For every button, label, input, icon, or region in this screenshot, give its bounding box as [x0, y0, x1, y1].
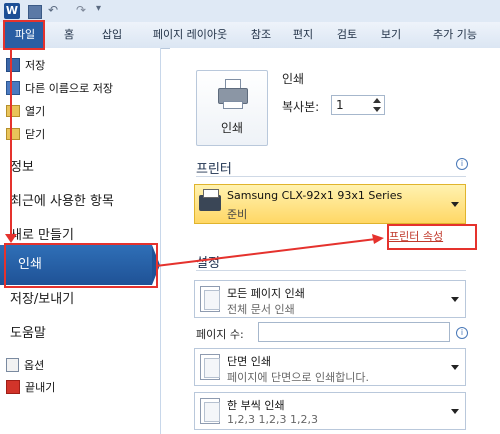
collated-icon: [200, 398, 220, 424]
quick-save-icon[interactable]: [28, 5, 42, 19]
chevron-down-icon: [451, 202, 459, 207]
nav-options[interactable]: 옵션: [6, 356, 44, 376]
nav-recent[interactable]: 최근에 사용한 항목: [10, 188, 114, 216]
copies-stepper[interactable]: 1: [331, 95, 385, 115]
nav-close-label: 닫기: [25, 128, 46, 141]
print-button[interactable]: 인쇄: [196, 70, 268, 146]
annotation-box-file: [3, 20, 45, 50]
tab-insert[interactable]: 삽입: [92, 22, 132, 48]
sides-subtitle: 페이지에 단면으로 인쇄합니다.: [227, 371, 370, 384]
annotation-arrow-head: [5, 234, 17, 243]
info-icon[interactable]: i: [456, 327, 468, 339]
copies-label: 복사본:: [282, 100, 320, 114]
exit-icon: [6, 380, 20, 394]
chevron-down-icon: [451, 297, 459, 302]
tab-review[interactable]: 검토: [330, 22, 364, 48]
backstage-nav: 저장 다른 이름으로 저장 열기 닫기 정보 최근에 사용한 항목 새로 만들기…: [0, 48, 161, 434]
copies-value: 1: [336, 98, 344, 112]
pages-input[interactable]: [258, 322, 450, 342]
annotation-box-printer-properties: [387, 224, 477, 250]
print-range-subtitle: 전체 문서 인쇄: [227, 303, 295, 316]
tab-mailings[interactable]: 편지: [286, 22, 320, 48]
nav-info[interactable]: 정보: [10, 154, 34, 182]
undo-icon[interactable]: ↶: [48, 3, 58, 17]
title-bar: W ↶ ↷ ▾: [0, 0, 500, 22]
chevron-down-icon: [451, 409, 459, 414]
collation-subtitle: 1,2,3 1,2,3 1,2,3: [227, 413, 318, 426]
all-pages-icon: [200, 286, 220, 312]
pages-label: 페이지 수:: [196, 328, 244, 341]
tab-home[interactable]: 홈: [54, 22, 84, 48]
tab-references[interactable]: 참조: [244, 22, 278, 48]
print-button-label: 인쇄: [220, 121, 244, 135]
ribbon-tabs: 파일 홈 삽입 페이지 레이아웃 참조 편지 검토 보기 추가 기능: [0, 22, 500, 49]
print-range-title: 모든 페이지 인쇄: [227, 287, 305, 300]
nav-save-send[interactable]: 저장/보내기: [10, 286, 74, 314]
printer-status: 준비: [227, 208, 248, 221]
annotation-arrow-line: [10, 50, 12, 238]
options-icon: [6, 358, 19, 372]
redo-icon[interactable]: ↷: [76, 3, 86, 17]
printer-device-icon: [199, 189, 221, 211]
nav-save-as[interactable]: 다른 이름으로 저장: [6, 79, 113, 99]
spin-up-icon[interactable]: [373, 98, 381, 103]
save-as-icon: [6, 81, 20, 95]
tab-view[interactable]: 보기: [374, 22, 408, 48]
annotation-box-print: [4, 243, 158, 288]
nav-options-label: 옵션: [24, 359, 45, 372]
sides-title: 단면 인쇄: [227, 355, 271, 368]
annotation-arrow-diagonal: [155, 234, 384, 267]
nav-exit[interactable]: 끝내기: [6, 378, 55, 398]
tab-add-ins[interactable]: 추가 기능: [420, 22, 490, 48]
close-folder-icon: [6, 128, 20, 140]
open-folder-icon: [6, 105, 20, 117]
tab-page-layout[interactable]: 페이지 레이아웃: [140, 22, 240, 48]
save-icon: [6, 58, 20, 72]
printer-section-title: 프린터: [196, 162, 232, 177]
printer-icon: [218, 79, 248, 109]
divider: [196, 176, 466, 177]
collation-title: 한 부씩 인쇄: [227, 399, 285, 412]
copies-spinner[interactable]: [371, 97, 383, 113]
print-heading: 인쇄: [282, 72, 305, 86]
info-icon[interactable]: i: [456, 158, 468, 170]
print-range-dropdown[interactable]: 모든 페이지 인쇄 전체 문서 인쇄: [194, 280, 466, 318]
nav-exit-label: 끝내기: [25, 381, 56, 394]
customize-quick-access-icon[interactable]: ▾: [96, 3, 101, 14]
one-sided-icon: [200, 354, 220, 380]
printer-dropdown[interactable]: Samsung CLX-92x1 93x1 Series 준비: [194, 184, 466, 224]
nav-save-as-label: 다른 이름으로 저장: [25, 82, 113, 95]
nav-save-label: 저장: [25, 59, 46, 72]
nav-open-label: 열기: [25, 105, 46, 118]
chevron-down-icon: [451, 365, 459, 370]
word-app-icon[interactable]: W: [4, 3, 20, 19]
spin-down-icon[interactable]: [373, 107, 381, 112]
collation-dropdown[interactable]: 한 부씩 인쇄 1,2,3 1,2,3 1,2,3: [194, 392, 466, 430]
sides-dropdown[interactable]: 단면 인쇄 페이지에 단면으로 인쇄합니다.: [194, 348, 466, 386]
printer-name: Samsung CLX-92x1 93x1 Series: [227, 189, 403, 202]
nav-help[interactable]: 도움말: [10, 320, 46, 348]
